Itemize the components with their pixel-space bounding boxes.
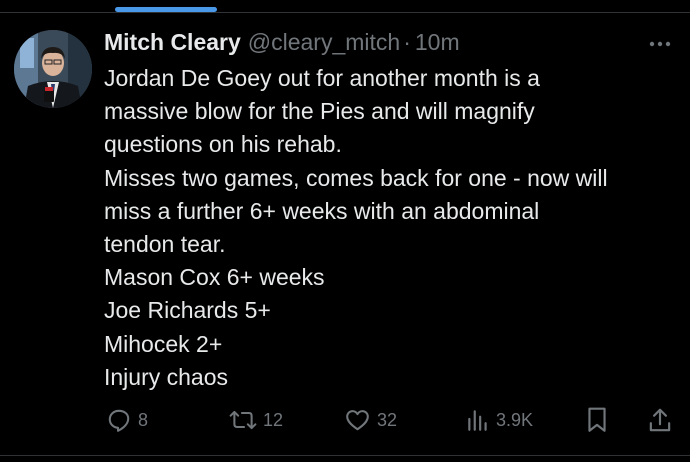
header-separator: · [403, 29, 411, 55]
share-button[interactable] [647, 402, 673, 438]
like-count: 32 [377, 409, 398, 430]
reply-icon [106, 407, 132, 433]
tweet-text-line: Jordan De Goey out for another month is … [104, 65, 540, 91]
tweet-actions: 8 12 32 3.9K [0, 402, 690, 438]
heart-icon [344, 407, 371, 433]
retweet-icon [229, 407, 257, 433]
tweet-text-line: Injury chaos [104, 363, 229, 390]
views-count: 3.9K [496, 409, 534, 430]
tweet-text-line: questions on his rehab. [104, 131, 342, 158]
views-button[interactable]: 3.9K [466, 402, 533, 438]
tweet-timestamp[interactable]: 10m [415, 29, 460, 56]
bottom-divider [0, 455, 690, 456]
avatar-photo [14, 30, 92, 108]
avatar[interactable] [14, 30, 92, 108]
tweet-text-line: miss a further 6+ weeks with an abdomina… [104, 197, 540, 224]
tweet-text-line: massive blow for the Pies and will magni… [104, 98, 535, 125]
share-icon [647, 406, 673, 434]
views-icon [466, 407, 490, 433]
retweet-count: 12 [263, 409, 284, 430]
top-divider [0, 12, 690, 13]
author-handle[interactable]: @cleary_mitch [248, 29, 400, 56]
retweet-button[interactable]: 12 [229, 402, 283, 438]
like-button[interactable]: 32 [344, 402, 397, 438]
reply-count: 8 [138, 409, 149, 430]
bookmark-button[interactable] [586, 402, 608, 438]
tweet-text-line: tendon tear. [104, 231, 226, 258]
active-tab-indicator [115, 7, 217, 12]
reply-button[interactable]: 8 [106, 402, 148, 438]
tweet-text-line: Joe Richards 5+ [104, 297, 271, 324]
tweet-text-line: Mason Cox 6+ weeks [104, 264, 325, 291]
tweet-text-line: Mihocek 2+ [104, 330, 223, 357]
more-icon[interactable] [645, 34, 675, 54]
author-display-name[interactable]: Mitch Cleary [104, 29, 241, 56]
tweet-text-line: Misses two games, comes back for one - n… [104, 164, 608, 191]
tweet-text: Jordan De Goey out for another month is … [104, 62, 664, 394]
bookmark-icon [586, 406, 608, 434]
tweet-header: Mitch Cleary @cleary_mitch · 10m [104, 29, 460, 59]
